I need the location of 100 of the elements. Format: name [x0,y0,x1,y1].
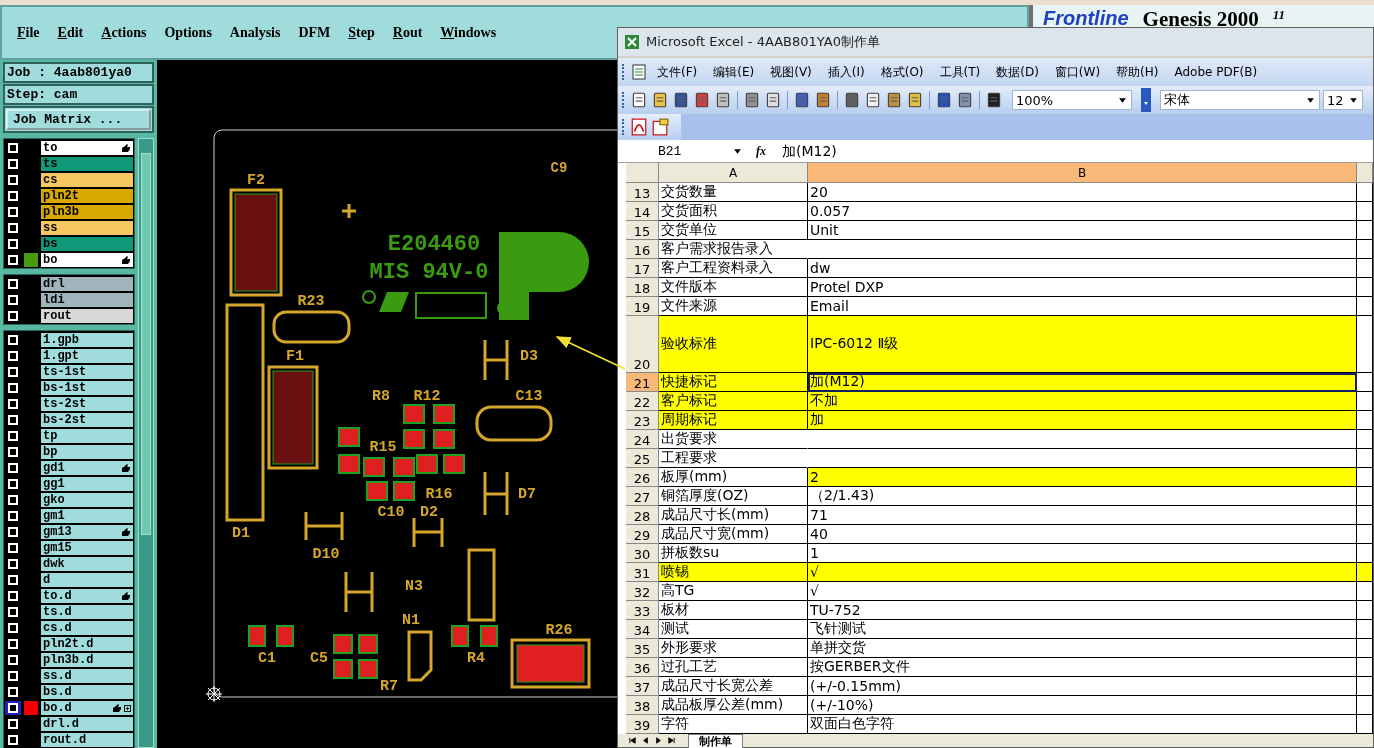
layer-toggle[interactable] [5,413,21,427]
layer-toggle[interactable] [5,541,21,555]
scrollbar-thumb[interactable] [141,153,151,535]
row-header[interactable]: 25 [626,449,659,468]
layer-item[interactable]: drl.d [41,717,133,731]
column-header[interactable]: B [808,163,1357,183]
layer-item[interactable]: gm1 [41,509,133,523]
layer-item[interactable]: pln2t.d [41,637,133,651]
layer-item[interactable]: to [41,141,133,155]
layer-item[interactable]: gd1 [41,461,133,475]
layer-toggle[interactable] [5,509,21,523]
layer-toggle[interactable] [5,717,21,731]
menu-item[interactable]: 插入(I) [821,61,871,83]
sheet-last-icon[interactable] [667,736,676,745]
menu-item[interactable]: 工具(T) [933,61,987,83]
layer-toggle[interactable] [5,157,21,171]
layer-item[interactable]: to.d [41,589,133,603]
row-header[interactable]: 19 [626,297,659,316]
font-size-dropdown[interactable]: 12 [1323,90,1363,110]
layer-toggle[interactable] [5,621,21,635]
row-header[interactable]: 34 [626,620,659,639]
name-box[interactable]: B21 [618,141,746,161]
column-header[interactable] [1357,163,1373,183]
layer-toggle[interactable] [5,381,21,395]
layer-item[interactable]: cs [41,173,133,187]
pdf-icon[interactable] [630,118,648,136]
layer-item[interactable]: bs-2st [41,413,133,427]
layer-item[interactable]: rout [41,309,133,323]
layer-item[interactable]: cs.d [41,621,133,635]
menu-item[interactable]: Adobe PDF(B) [1168,63,1264,81]
menu-item[interactable]: 格式(O) [874,61,930,83]
layer-item[interactable]: bs [41,237,133,251]
layer-toggle[interactable] [5,701,21,715]
select-all-corner[interactable] [626,163,659,183]
row-header[interactable]: 31 [626,563,659,582]
layer-toggle[interactable] [5,309,21,323]
menu-item[interactable]: 帮助(H) [1110,61,1165,83]
row-header[interactable]: 22 [626,392,659,411]
row-header[interactable]: 21 [626,373,659,392]
menu-item[interactable]: Analysis [222,22,288,43]
row-header[interactable]: 36 [626,658,659,677]
row-header[interactable]: 33 [626,601,659,620]
layer-item[interactable]: pln3b [41,205,133,219]
layer-toggle[interactable] [5,429,21,443]
function-label[interactable]: fx [746,143,776,159]
layer-item[interactable]: bo.d [41,701,133,715]
row-header[interactable]: 14 [626,202,659,221]
layer-item[interactable]: 1.gpt [41,349,133,363]
row-header[interactable]: 18 [626,278,659,297]
layer-item[interactable]: ss [41,221,133,235]
layer-item[interactable]: rout.d [41,733,133,747]
menu-item[interactable]: 视图(V) [764,61,818,83]
row-header[interactable]: 15 [626,221,659,240]
layer-toggle[interactable] [5,669,21,683]
layer-toggle[interactable] [5,445,21,459]
layer-toggle[interactable] [5,333,21,347]
layer-toggle[interactable] [5,605,21,619]
layer-item[interactable]: gm13 [41,525,133,539]
layer-toggle[interactable] [5,477,21,491]
row-header[interactable]: 28 [626,506,659,525]
menu-item[interactable]: DFM [291,22,338,43]
row-header[interactable]: 16 [626,240,659,259]
layer-item[interactable]: bs.d [41,685,133,699]
toolbar-options-icon[interactable] [1141,88,1151,112]
layer-toggle[interactable] [5,221,21,235]
layer-item[interactable]: ldi [41,293,133,307]
layer-toggle[interactable] [5,141,21,155]
layer-toggle[interactable] [5,189,21,203]
layer-item[interactable]: ts.d [41,605,133,619]
row-header[interactable]: 26 [626,468,659,487]
sheet-next-icon[interactable] [654,736,663,745]
layer-item[interactable]: gg1 [41,477,133,491]
menu-item[interactable]: 数据(D) [990,61,1045,83]
layer-toggle[interactable] [5,253,21,267]
layer-item[interactable]: pln3b.d [41,653,133,667]
layer-item[interactable]: bp [41,445,133,459]
layer-toggle[interactable] [5,277,21,291]
layer-toggle[interactable] [5,349,21,363]
sheet-first-icon[interactable] [628,736,637,745]
layer-item[interactable]: drl [41,277,133,291]
row-header[interactable]: 27 [626,487,659,506]
layer-toggle[interactable] [5,573,21,587]
layer-toggle[interactable] [5,557,21,571]
row-header[interactable]: 30 [626,544,659,563]
scrollbar[interactable] [138,138,154,748]
layer-toggle[interactable] [5,397,21,411]
row-header[interactable]: 38 [626,696,659,715]
layer-toggle[interactable] [5,637,21,651]
layer-toggle[interactable] [5,173,21,187]
menu-item[interactable]: Actions [94,22,154,43]
menu-item[interactable]: Options [157,22,219,43]
layer-toggle[interactable] [5,461,21,475]
layer-toggle[interactable] [5,653,21,667]
layer-toggle[interactable] [5,589,21,603]
layer-toggle[interactable] [5,365,21,379]
layer-item[interactable]: ts [41,157,133,171]
row-header[interactable]: 24 [626,430,659,449]
menu-item[interactable]: 编辑(E) [707,61,761,83]
layer-item[interactable]: gko [41,493,133,507]
toolbar-grip[interactable] [622,119,627,135]
